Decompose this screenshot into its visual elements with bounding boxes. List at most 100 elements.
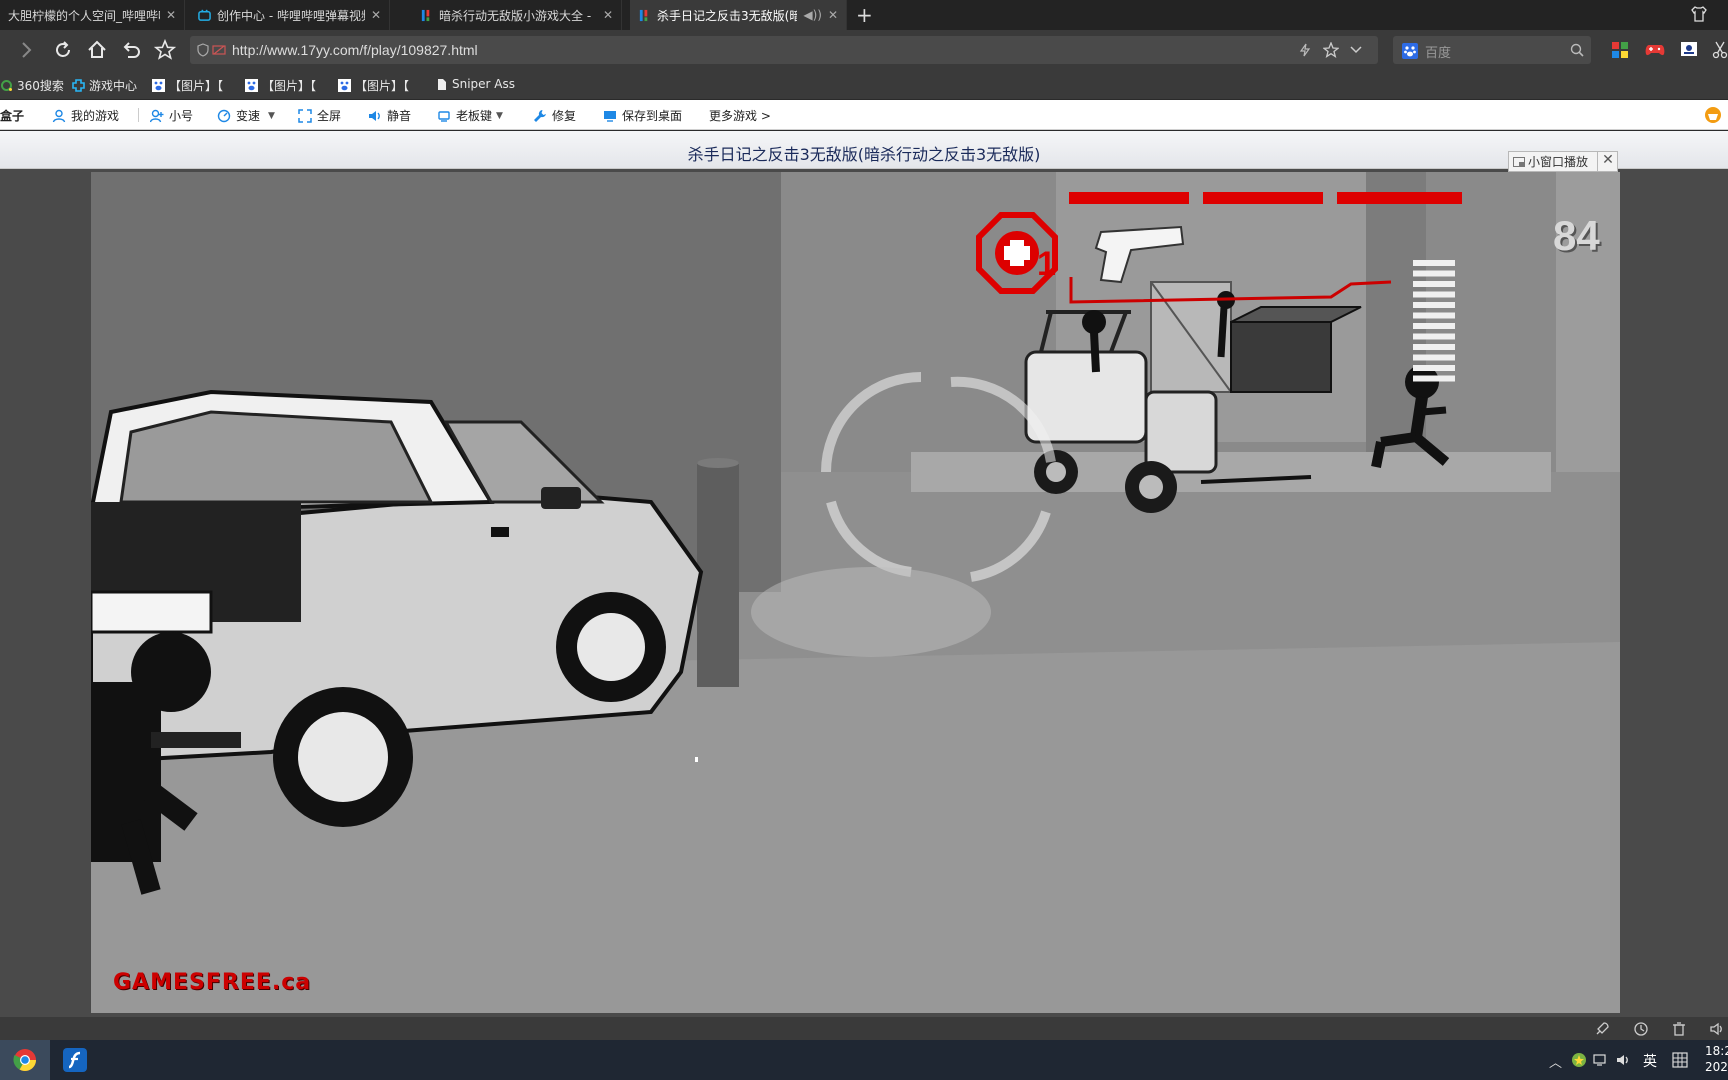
tray-expand-icon[interactable]: ︿ xyxy=(1549,1052,1565,1071)
mini-window-close-icon[interactable]: ✕ xyxy=(1597,151,1618,172)
undo-close-tab-icon[interactable] xyxy=(120,39,142,61)
fullscreen-button[interactable]: 全屏 xyxy=(298,107,341,124)
bookmark-image-2[interactable]: 【图片】【 xyxy=(245,77,316,94)
skin-shirt-icon[interactable] xyxy=(1690,5,1708,23)
game-title-bar: 杀手日记之反击3无敌版(暗杀行动之反击3无敌版) xyxy=(0,131,1728,169)
gamepad-icon[interactable] xyxy=(1645,42,1665,58)
ammo-counter: 84 xyxy=(1553,212,1600,259)
tab-killer-diary[interactable]: 杀手日记之反击3无敌版(暗 ◀)) ✕ xyxy=(630,0,847,30)
volume-icon[interactable] xyxy=(1709,1021,1725,1037)
speed-icon xyxy=(217,109,231,122)
bookmark-image-3[interactable]: 【图片】【 xyxy=(338,77,409,94)
bookmark-label: 【图片】【 xyxy=(169,79,224,93)
apps-grid-icon[interactable] xyxy=(1612,42,1628,58)
tab-close-icon[interactable]: ✕ xyxy=(166,8,176,22)
tab-close-icon[interactable]: ✕ xyxy=(828,8,838,22)
toolbar-divider xyxy=(138,108,139,122)
bookmark-label: 【图片】【 xyxy=(262,79,317,93)
rocket-icon[interactable] xyxy=(1594,1021,1610,1037)
bookmarks-bar: 360搜索 游戏中心 【图片】【 【图片】【 【图片】【 Sniper Ass xyxy=(0,70,1728,100)
game-box-logo-icon[interactable] xyxy=(1704,106,1722,124)
health-bars xyxy=(1069,192,1462,204)
bookmark-game-center[interactable]: 游戏中心 xyxy=(72,77,137,94)
chevron-down-icon[interactable] xyxy=(1350,45,1362,55)
input-method-grid-icon[interactable] xyxy=(1672,1052,1688,1068)
17yy-logo-icon xyxy=(421,9,430,21)
ime-indicator[interactable]: 英 xyxy=(1643,1051,1657,1071)
wrench-icon xyxy=(534,109,546,122)
bookmark-star-icon[interactable] xyxy=(1323,42,1339,58)
concrete-pillar xyxy=(697,462,739,687)
url-text[interactable]: http://www.17yy.com/f/play/109827.html xyxy=(232,42,478,58)
baidu-paw-icon xyxy=(152,79,165,92)
system-clock[interactable]: 18:2 202 xyxy=(1705,1043,1728,1075)
forward-arrow-icon[interactable] xyxy=(15,39,37,61)
dark-crate xyxy=(1230,321,1332,393)
tray-app-icon[interactable] xyxy=(1571,1052,1587,1068)
profile-card-icon[interactable] xyxy=(1680,40,1698,58)
bookmark-label: 【图片】【 xyxy=(355,79,410,93)
ammo-bullet-bar xyxy=(1413,365,1455,371)
game-center-icon xyxy=(72,79,85,92)
toolbar-label: 老板键 xyxy=(456,109,493,123)
my-games-button[interactable]: 我的游戏 xyxy=(52,107,119,124)
tab-title: 创作中心 - 哔哩哔哩弹幕视频 xyxy=(217,8,365,23)
dock-edge xyxy=(911,452,1551,492)
bookmark-image-1[interactable]: 【图片】【 xyxy=(152,77,223,94)
mute-button[interactable]: 静音 xyxy=(368,107,411,124)
speed-button[interactable]: 变速 ▼ xyxy=(217,107,275,124)
ie-mode-icon[interactable] xyxy=(212,44,226,56)
user-icon xyxy=(52,109,66,122)
boss-key-button[interactable]: 老板键 ▼ xyxy=(437,107,503,124)
address-bar[interactable]: http://www.17yy.com/f/play/109827.html xyxy=(190,36,1378,64)
new-tab-button[interactable]: + xyxy=(856,3,873,27)
alt-account-button[interactable]: 小号 xyxy=(150,107,193,124)
refresh-icon[interactable] xyxy=(52,39,74,61)
game-canvas[interactable]: 84 1 GAMESFREE.ca xyxy=(91,172,1620,1013)
search-placeholder[interactable]: 百度 xyxy=(1425,42,1451,61)
17yy-logo-icon xyxy=(639,9,648,21)
favorite-star-icon[interactable] xyxy=(154,39,176,61)
save-to-desktop-button[interactable]: 保存到桌面 xyxy=(603,107,682,124)
search-icon[interactable] xyxy=(1570,43,1584,57)
scissors-screenshot-icon[interactable] xyxy=(1712,41,1728,59)
tab-bilibili-space[interactable]: 大胆柠檬的个人空间_哔哩哔哩 ✕ xyxy=(0,0,185,30)
trash-icon[interactable] xyxy=(1671,1021,1687,1037)
ammo-bullet-bar xyxy=(1413,354,1455,361)
browser-status-bar xyxy=(0,1017,1728,1040)
home-icon[interactable] xyxy=(86,39,108,61)
pillar-top xyxy=(697,458,739,468)
security-shield-icon[interactable] xyxy=(196,43,210,57)
toolbar-label: 修复 xyxy=(552,109,577,123)
ammo-bullet-bar xyxy=(1413,270,1455,277)
medkit-count: 1 xyxy=(1037,245,1056,283)
tab-close-icon[interactable]: ✕ xyxy=(371,8,381,22)
mini-window-icon xyxy=(1513,156,1525,167)
volume-tray-icon[interactable] xyxy=(1615,1052,1631,1068)
history-clock-icon[interactable] xyxy=(1633,1021,1649,1037)
game-box-label: 盒子 xyxy=(0,109,25,123)
toolbar-label: 变速 xyxy=(236,109,261,123)
repair-button[interactable]: 修复 xyxy=(533,107,576,124)
taskbar-chrome-app[interactable] xyxy=(0,1040,50,1080)
gamesfree-logo: GAMESFREE.ca xyxy=(113,970,312,995)
lightning-speed-icon[interactable] xyxy=(1298,43,1312,57)
bookmark-sniper-assassin[interactable]: Sniper Ass xyxy=(435,77,515,91)
tab-creator-center[interactable]: 创作中心 - 哔哩哔哩弹幕视频 ✕ xyxy=(190,0,390,30)
network-icon[interactable] xyxy=(1593,1052,1609,1068)
bookmark-label: 游戏中心 xyxy=(89,79,138,93)
toolbar-label: 全屏 xyxy=(317,109,342,123)
flash-app-icon[interactable] xyxy=(63,1048,87,1072)
toolbar-label: 静音 xyxy=(387,109,412,123)
audio-playing-icon[interactable]: ◀)) xyxy=(803,8,822,22)
tab-assassination-games[interactable]: 暗杀行动无敌版小游戏大全 - ✕ xyxy=(412,0,622,30)
search-box[interactable]: 百度 xyxy=(1393,36,1591,64)
bookmark-360-search[interactable]: 360搜索 xyxy=(0,77,64,94)
toolbar-label: 更多游戏 > xyxy=(709,109,771,123)
toolbar-label: 保存到桌面 xyxy=(622,109,683,123)
caret-down-icon: ▼ xyxy=(496,110,503,121)
clock-date: 202 xyxy=(1705,1060,1728,1074)
add-user-icon xyxy=(150,109,164,122)
more-games-link[interactable]: 更多游戏 > xyxy=(709,107,771,124)
tab-close-icon[interactable]: ✕ xyxy=(603,8,613,22)
